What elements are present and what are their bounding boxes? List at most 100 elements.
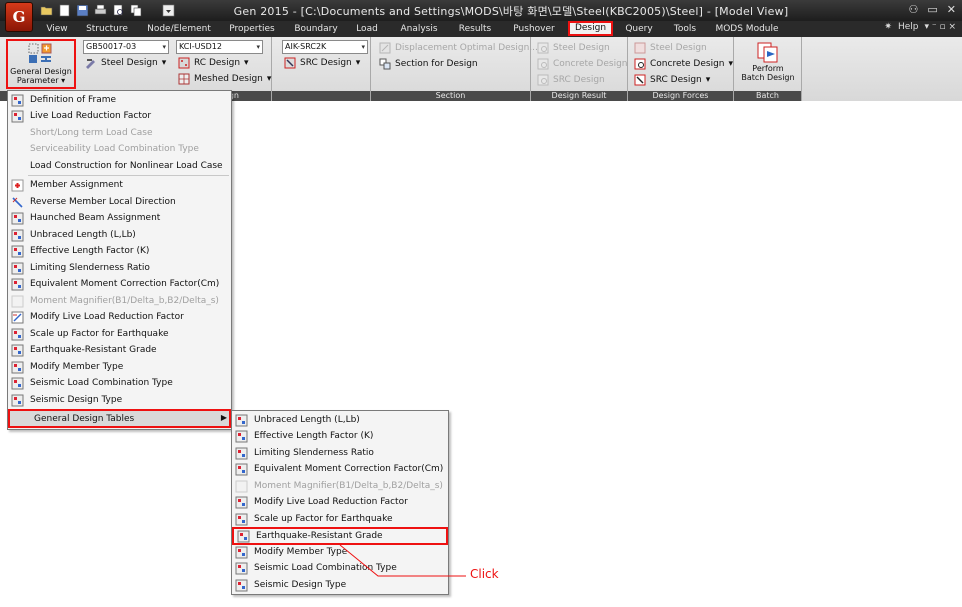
submenu-item-effective-length[interactable]: Effective Length Factor (K): [232, 428, 448, 444]
menu-item-scale-up-earthquake[interactable]: Scale up Factor for Earthquake: [8, 326, 231, 342]
restore-icon[interactable]: ▭: [927, 3, 937, 16]
ribbon-group-section: Displacement Optimal Design... Section f…: [371, 37, 538, 101]
menu-item-effective-length[interactable]: Effective Length Factor (K): [8, 243, 231, 259]
modify-live-load-icon: [11, 311, 24, 323]
tab-structure[interactable]: Structure: [82, 22, 132, 36]
general-design-parameter-menu: Definition of Frame Live Load Reduction …: [7, 90, 232, 430]
slenderness-icon: [11, 262, 24, 274]
ribbon-group-design-forces: Steel Design Concrete Design ▾ SRC Desig…: [628, 37, 734, 101]
menu-item-seismic-load-combination[interactable]: Seismic Load Combination Type: [8, 375, 231, 391]
seismic-design-icon: [11, 394, 24, 406]
result-steel-design-button: Steel Design: [537, 41, 610, 55]
submenu-item-seismic-design-type[interactable]: Seismic Design Type: [232, 577, 448, 593]
effective-length-icon: [11, 245, 24, 257]
steel-design-icon: [86, 59, 95, 69]
tab-boundary[interactable]: Boundary: [292, 22, 340, 36]
src-design-button[interactable]: SRC Design ▾: [284, 56, 360, 70]
section-for-design-icon: [379, 58, 391, 70]
section-for-design-button[interactable]: Section for Design: [379, 57, 478, 71]
submenu-item-earthquake-resistant-grade[interactable]: Earthquake-Resistant Grade: [232, 527, 448, 545]
submenu-item-limiting-slenderness[interactable]: Limiting Slenderness Ratio: [232, 445, 448, 461]
tab-pushover[interactable]: Pushover: [509, 22, 559, 36]
perform-batch-design-button[interactable]: Perform Batch Design: [736, 41, 800, 87]
tab-properties[interactable]: Properties: [225, 22, 279, 36]
menu-item-moment-magnifier: Moment Magnifier(B1/Delta_b,B2/Delta_s): [8, 293, 231, 309]
unbraced-length-icon: [11, 229, 24, 241]
submenu-item-modify-live-load[interactable]: Modify Live Load Reduction Factor: [232, 494, 448, 510]
menu-item-general-design-tables[interactable]: General Design Tables ▶: [8, 409, 231, 428]
menu-item-load-construction[interactable]: Load Construction for Nonlinear Load Cas…: [8, 158, 231, 174]
tab-node-element[interactable]: Node/Element: [145, 22, 213, 36]
perform-batch-design-icon: [757, 42, 778, 63]
submenu-item-seismic-load-combination[interactable]: Seismic Load Combination Type: [232, 560, 448, 576]
menu-separator: [28, 175, 229, 176]
submenu-item-scale-up-earthquake[interactable]: Scale up Factor for Earthquake: [232, 511, 448, 527]
menu-item-unbraced-length[interactable]: Unbraced Length (L,Lb): [8, 227, 231, 243]
app-logo[interactable]: G: [5, 2, 33, 32]
moment-factor-icon: [11, 278, 24, 290]
tab-mods-module[interactable]: MODS Module: [713, 22, 781, 36]
ribbon-group-batch: Perform Batch Design Batch: [734, 37, 802, 101]
window-title: Gen 2015 - [C:\Documents and Settings\MO…: [233, 5, 789, 18]
tab-analysis[interactable]: Analysis: [396, 22, 442, 36]
menu-item-reverse-member-direction[interactable]: Reverse Member Local Direction: [8, 194, 231, 210]
menu-item-earthquake-resistant-grade[interactable]: Earthquake-Resistant Grade: [8, 342, 231, 358]
ribbon-group-src: AIK-SRC2K ▾ SRC Design ▾: [272, 37, 371, 101]
rc-design-button[interactable]: RC Design ▾: [178, 56, 249, 70]
moment-magnifier-icon: [235, 480, 248, 492]
tab-view[interactable]: View: [40, 22, 74, 36]
menu-item-member-assignment[interactable]: Member Assignment: [8, 177, 231, 193]
menu-item-live-load-reduction[interactable]: Live Load Reduction Factor: [8, 108, 231, 124]
src-code-select[interactable]: AIK-SRC2K ▾: [282, 40, 368, 54]
tab-tools[interactable]: Tools: [668, 22, 702, 36]
menu-item-limiting-slenderness[interactable]: Limiting Slenderness Ratio: [8, 260, 231, 276]
group-label-design-result: Design Result: [531, 91, 627, 101]
tab-query[interactable]: Query: [622, 22, 656, 36]
window-mini-controls[interactable]: ▾ ⁻ ▫ ×: [925, 22, 957, 32]
displacement-optimal-design-button: Displacement Optimal Design...: [379, 41, 538, 55]
blank-icon: [11, 143, 24, 156]
forces-concrete-design-button[interactable]: Concrete Design ▾: [634, 57, 733, 71]
general-design-parameter-button[interactable]: General Design Parameter ▾: [6, 39, 76, 89]
window-controls: ⚇ ▭ ✕: [909, 3, 957, 16]
member-type-icon: [11, 361, 24, 373]
help-button[interactable]: Help: [898, 22, 919, 32]
forces-src-design-button[interactable]: SRC Design ▾: [634, 73, 710, 87]
blank-icon: [11, 127, 24, 140]
ribbon-tab-bar: View Structure Node/Element Properties B…: [0, 21, 962, 37]
general-design-parameter-icon: [28, 43, 52, 63]
menu-item-definition-of-frame[interactable]: Definition of Frame: [8, 92, 231, 108]
tab-results[interactable]: Results: [455, 22, 495, 36]
steel-code-select[interactable]: GB50017-03 ▾: [83, 40, 169, 54]
menu-item-serviceability-combo: Serviceability Load Combination Type: [8, 141, 231, 157]
submenu-item-modify-member-type[interactable]: Modify Member Type: [232, 544, 448, 560]
meshed-design-icon: [178, 73, 190, 85]
rc-code-select[interactable]: KCI-USD12 ▾: [176, 40, 263, 54]
rc-design-icon: [178, 57, 190, 69]
meshed-design-button[interactable]: Meshed Design ▾: [178, 72, 271, 86]
submenu-item-unbraced-length[interactable]: Unbraced Length (L,Lb): [232, 412, 448, 428]
forces-steel-icon: [634, 42, 646, 54]
member-assignment-icon: [11, 179, 24, 191]
submenu-item-equivalent-moment[interactable]: Equivalent Moment Correction Factor(Cm): [232, 461, 448, 477]
scale-up-icon: [235, 513, 248, 525]
earthquake-grade-icon: [11, 344, 24, 356]
close-icon[interactable]: ✕: [947, 3, 956, 16]
minimize-icon[interactable]: ⚇: [909, 3, 919, 16]
moment-magnifier-icon: [11, 295, 24, 307]
tab-load[interactable]: Load: [352, 22, 382, 36]
menu-item-seismic-design-type[interactable]: Seismic Design Type: [8, 392, 231, 408]
result-concrete-design-button: Concrete Design: [537, 57, 627, 71]
menu-item-modify-member-type[interactable]: Modify Member Type: [8, 359, 231, 375]
general-design-tables-submenu: Unbraced Length (L,Lb) Effective Length …: [231, 410, 449, 595]
menu-item-modify-live-load[interactable]: Modify Live Load Reduction Factor: [8, 309, 231, 325]
forces-src-icon: [634, 74, 646, 86]
steel-design-button[interactable]: Steel Design ▾: [85, 56, 166, 70]
group-label-batch: Batch: [734, 91, 801, 101]
menu-item-haunched-beam[interactable]: Haunched Beam Assignment: [8, 210, 231, 226]
gdp-label-line1: General Design: [10, 67, 72, 76]
menu-item-equivalent-moment[interactable]: Equivalent Moment Correction Factor(Cm): [8, 276, 231, 292]
tab-design[interactable]: Design: [568, 21, 613, 36]
scale-up-icon: [11, 328, 24, 340]
ribbon-group-design-result: Steel Design Concrete Design SRC Design …: [531, 37, 628, 101]
